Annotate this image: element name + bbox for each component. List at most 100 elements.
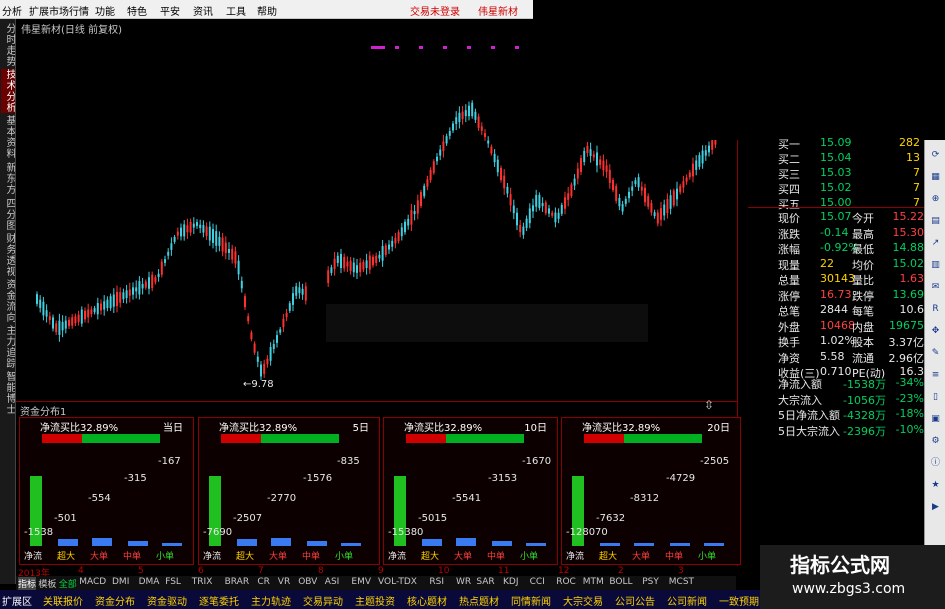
fund-subpanel[interactable]: 净流买比32.89% 当日 -1538 -501 -554 -315 -167 净流 超大 大单 中… xyxy=(19,417,194,565)
indicator-tab[interactable]: MTM xyxy=(583,577,604,587)
menu-function[interactable]: 功能 xyxy=(95,3,115,18)
extension-tab[interactable]: 扩展区 xyxy=(2,593,32,608)
candle-body xyxy=(74,316,77,324)
doc-icon[interactable]: ▯ xyxy=(928,390,943,404)
chart-icon[interactable]: ▦ xyxy=(928,170,943,184)
candle-body xyxy=(560,204,563,214)
zoom-icon[interactable]: ⊕ xyxy=(928,192,943,206)
indicator-tab[interactable]: ASI xyxy=(325,577,340,587)
flow-amount: -1538万 xyxy=(843,378,886,391)
indicator-tab[interactable]: ROC xyxy=(556,577,576,587)
indicator-tab[interactable]: 指标 xyxy=(18,577,37,590)
extension-tab[interactable]: 公司公告 xyxy=(615,593,655,608)
login-status[interactable]: 交易未登录 xyxy=(410,3,460,18)
extension-tab[interactable]: 交易异动 xyxy=(303,593,343,608)
line-icon[interactable]: ↗ xyxy=(928,236,943,250)
ltab-main-track[interactable]: 主力追踪 xyxy=(1,325,15,369)
indicator-tab[interactable]: MCST xyxy=(669,577,694,587)
indicator-tab[interactable]: WR xyxy=(456,577,471,587)
grid-icon[interactable]: ▤ xyxy=(928,214,943,228)
menu-tools[interactable]: 工具 xyxy=(226,3,246,18)
candle-body xyxy=(333,258,336,269)
ltab-fundflow[interactable]: 资金流向 xyxy=(1,279,15,323)
candle-body xyxy=(650,203,653,213)
ltab-technical[interactable]: 技术分析 xyxy=(1,69,15,113)
rsi-icon[interactable]: R xyxy=(928,302,943,316)
extension-tab[interactable]: 同情新闻 xyxy=(511,593,551,608)
candle-body xyxy=(292,293,294,305)
indicator-tab[interactable]: PSY xyxy=(642,577,659,587)
candle-body xyxy=(234,251,237,264)
fund-subpanel[interactable]: 净流买比32.89% 10日 -15380 -5015 -5541 -3153 -1670 净… xyxy=(383,417,558,565)
extension-tab[interactable]: 主力轨迹 xyxy=(251,593,291,608)
menu-feature[interactable]: 特色 xyxy=(127,3,147,18)
menu-extended-market[interactable]: 扩展市场行情 xyxy=(29,3,89,18)
indicator-tab[interactable]: 模板 xyxy=(38,577,56,590)
indicator-tab[interactable]: VR xyxy=(278,577,290,587)
indicator-tab[interactable]: SAR xyxy=(476,577,494,587)
move-icon[interactable]: ✥ xyxy=(928,324,943,338)
resize-icon[interactable]: ⇳ xyxy=(704,398,714,412)
candle-body xyxy=(653,212,656,217)
ltab-finance[interactable]: 财务透视 xyxy=(1,233,15,277)
info-icon[interactable]: ⓘ xyxy=(928,456,943,470)
indicator-tab[interactable]: BRAR xyxy=(225,577,249,587)
extension-tab[interactable]: 大宗交易 xyxy=(563,593,603,608)
menu-pingan[interactable]: 平安 xyxy=(160,3,180,18)
indicator-tab[interactable]: DMA xyxy=(139,577,160,587)
candle-body xyxy=(362,261,365,270)
quote-value: 1.02% xyxy=(820,334,855,347)
star-icon[interactable]: ★ xyxy=(928,478,943,492)
indicator-tab[interactable]: DMI xyxy=(112,577,129,587)
indicator-tab[interactable]: EMV xyxy=(351,577,371,587)
news-icon[interactable]: ✉ xyxy=(928,280,943,294)
refresh-icon[interactable]: ⟳ xyxy=(928,148,943,162)
candle-body xyxy=(186,225,189,233)
indicator-tab[interactable]: BOLL xyxy=(609,577,632,587)
extension-tab[interactable]: 关联报价 xyxy=(43,593,83,608)
indicator-tab[interactable]: FSL xyxy=(165,577,181,587)
extension-tab[interactable]: 逐笔委托 xyxy=(199,593,239,608)
candle-body xyxy=(112,294,115,307)
candle-body xyxy=(490,146,493,154)
calendar-icon[interactable]: ▣ xyxy=(928,412,943,426)
indicator-tab[interactable]: CR xyxy=(257,577,270,587)
ltab-xindongfang[interactable]: 新东方 xyxy=(1,161,15,195)
extension-tab[interactable]: 资金分布 xyxy=(95,593,135,608)
bid-row: 买五 15.00 7 xyxy=(748,196,924,211)
stock-name-tab[interactable]: 伟星新材 xyxy=(478,3,518,18)
indicator-tab[interactable]: KDJ xyxy=(503,577,519,587)
bid-label: 买四 xyxy=(778,183,800,196)
menu-news[interactable]: 资讯 xyxy=(193,3,213,18)
extension-tab[interactable]: 一致预期 xyxy=(719,593,759,608)
bar-icon[interactable]: ▥ xyxy=(928,258,943,272)
candle-body xyxy=(340,253,342,269)
ltab-quad[interactable]: 四分图 xyxy=(1,197,15,231)
signal-marker xyxy=(515,46,519,49)
menu-analysis[interactable]: 分析 xyxy=(2,3,22,18)
fund-subpanel[interactable]: 净流买比32.89% 5日 -7690 -2507 -2770 -1576 -835 净流 超大… xyxy=(198,417,380,565)
extension-tab[interactable]: 核心题材 xyxy=(407,593,447,608)
extension-tab[interactable]: 主题投资 xyxy=(355,593,395,608)
settings-icon[interactable]: ⚙ xyxy=(928,434,943,448)
pencil-icon[interactable]: ✎ xyxy=(928,346,943,360)
fund-subpanel[interactable]: 净流买比32.89% 20日 -128070 -7632 -8312 -4729 -2505… xyxy=(561,417,741,565)
ltab-intraday[interactable]: 分时走势 xyxy=(1,23,15,67)
indicator-tab[interactable]: RSI xyxy=(429,577,444,587)
flow-bar xyxy=(271,538,291,546)
indicator-tab[interactable]: 全部 xyxy=(59,577,77,590)
extension-tab[interactable]: 资金驱动 xyxy=(147,593,187,608)
indicator-tab[interactable]: TRIX xyxy=(192,577,213,587)
indicator-tab[interactable]: OBV xyxy=(298,577,317,587)
indicator-tab[interactable]: VOL-TDX xyxy=(378,577,417,587)
ltab-profile[interactable]: 基本资料 xyxy=(1,115,15,159)
indicator-tab[interactable]: MACD xyxy=(79,577,106,587)
extension-tab[interactable]: 公司新闻 xyxy=(667,593,707,608)
extension-tab[interactable]: 热点题材 xyxy=(459,593,499,608)
candle-body xyxy=(477,116,480,128)
expand-icon[interactable]: ▶ xyxy=(928,500,943,514)
menu-help[interactable]: 帮助 xyxy=(257,3,277,18)
ltab-smart[interactable]: 智能博士 xyxy=(1,371,15,415)
indicator-tab[interactable]: CCI xyxy=(530,577,545,587)
list-icon[interactable]: ≡ xyxy=(928,368,943,382)
